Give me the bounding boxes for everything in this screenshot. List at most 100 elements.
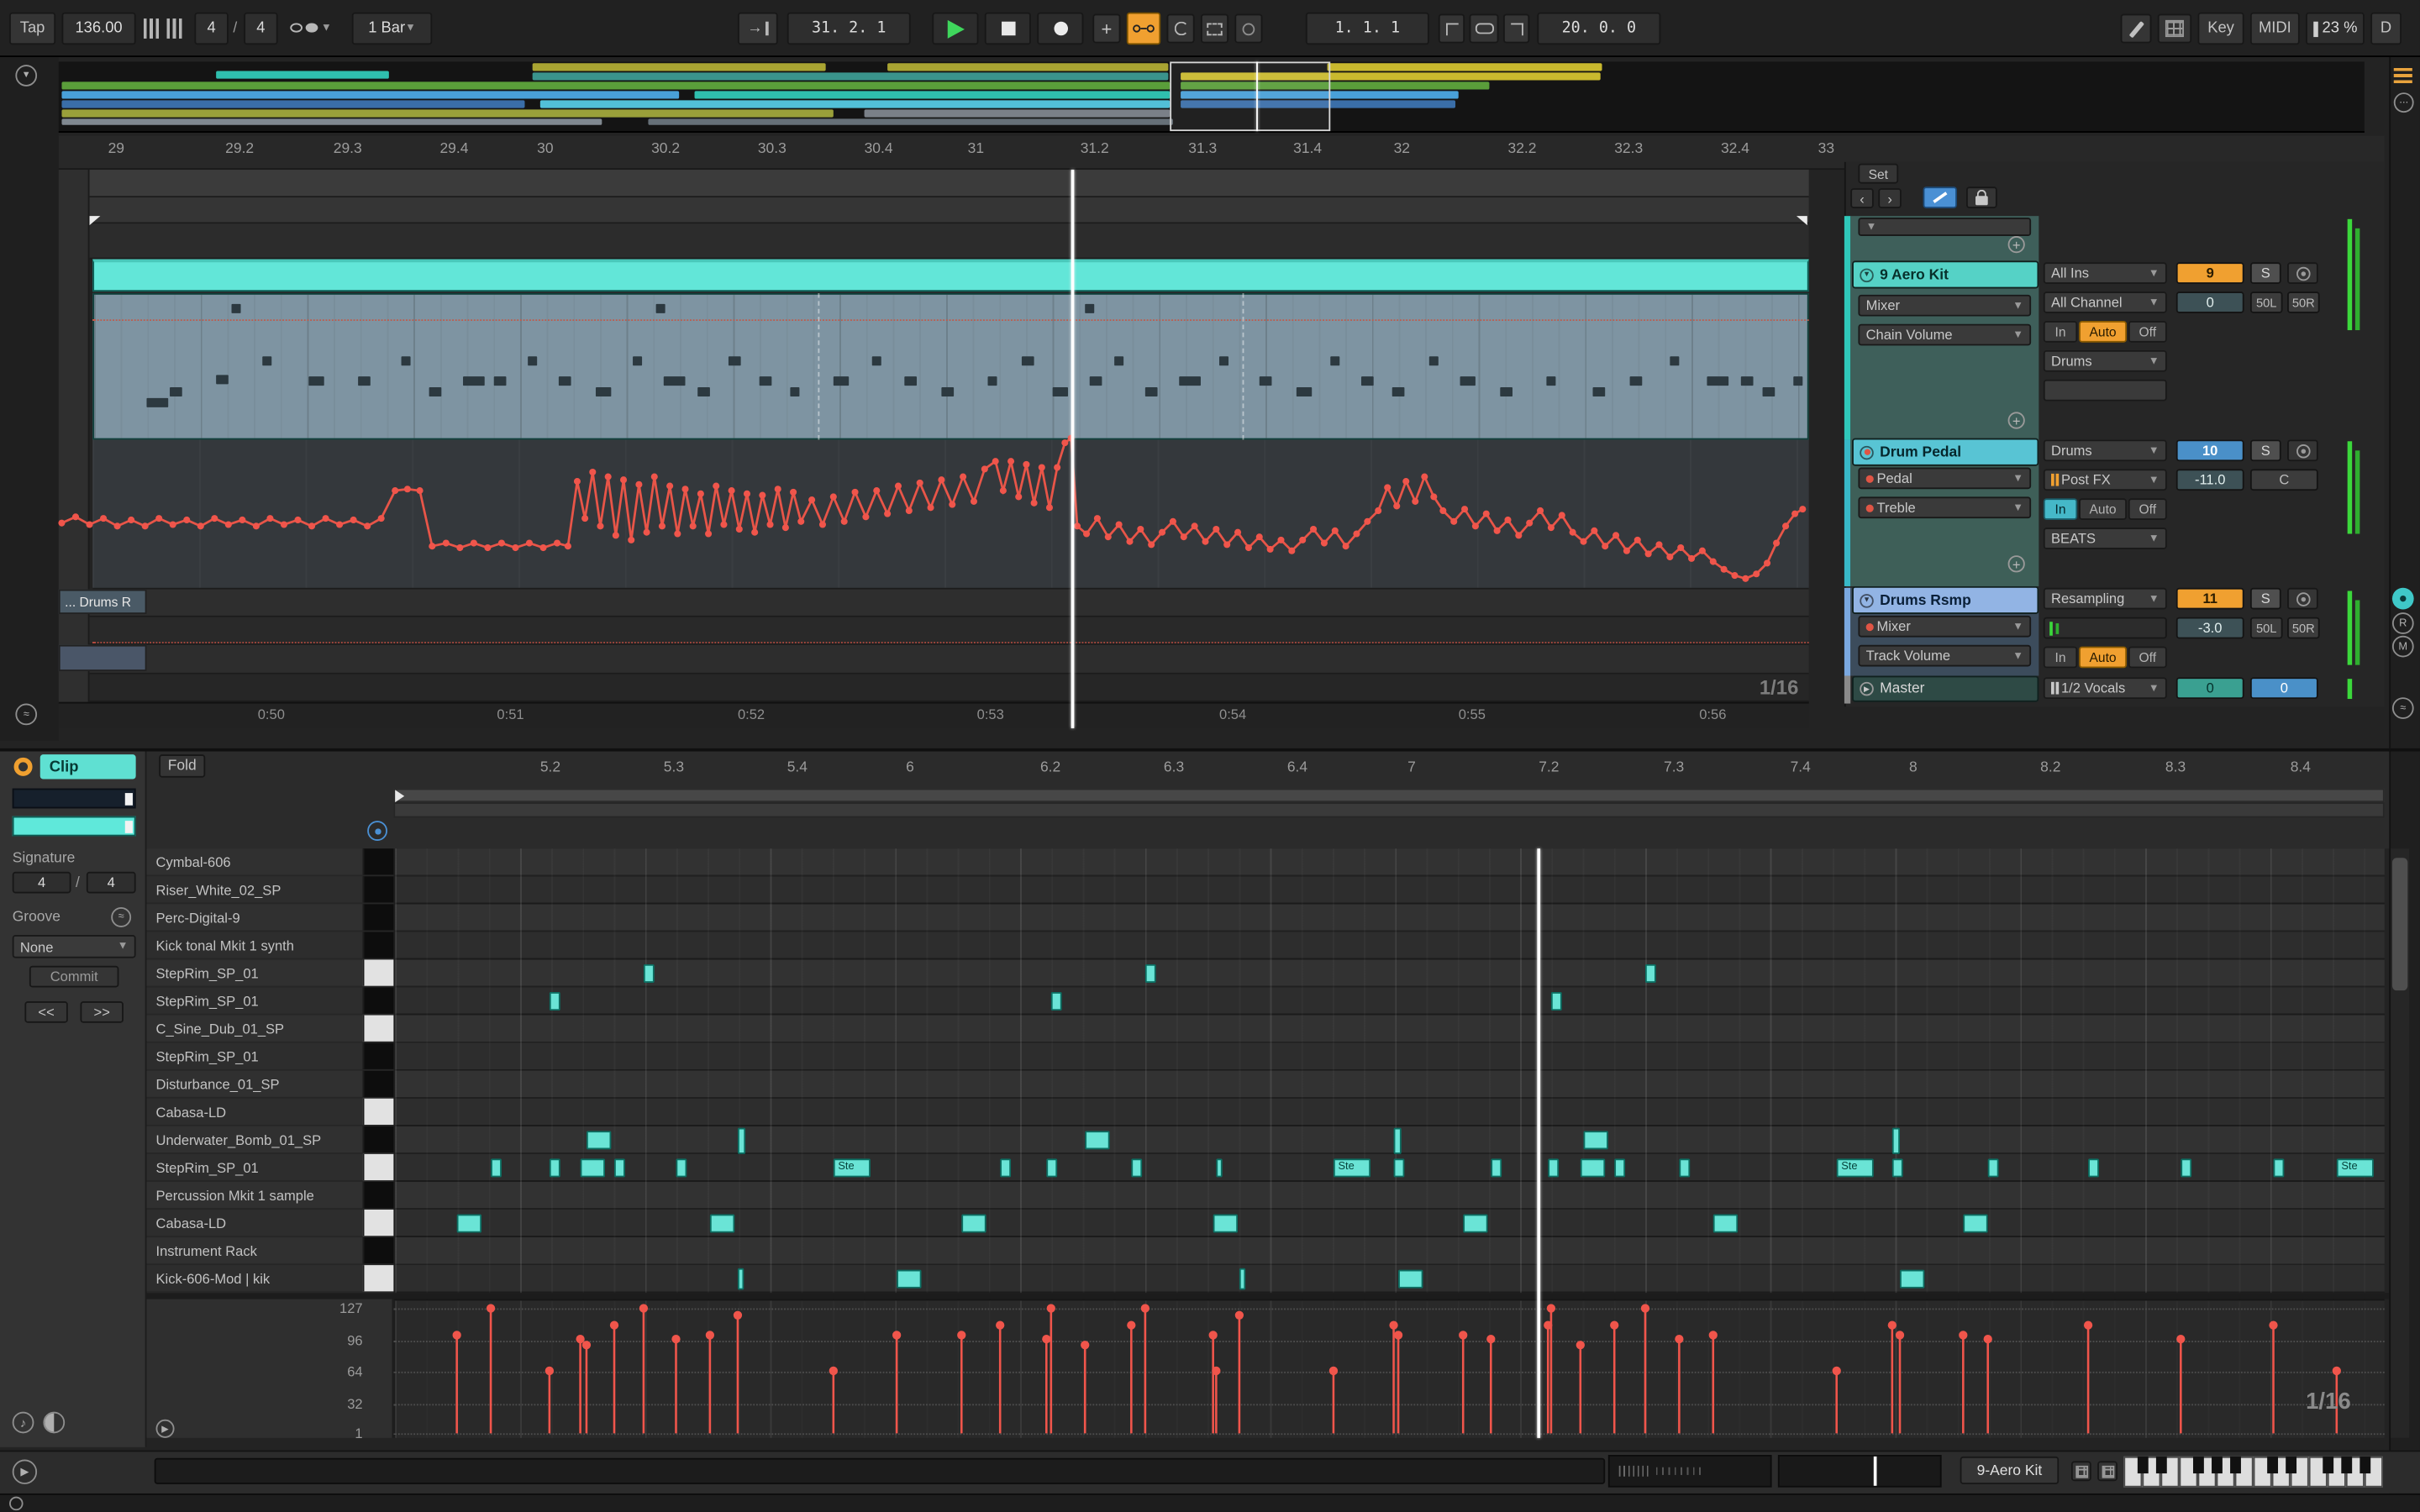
send-amount-field[interactable]: 10 <box>2175 439 2244 462</box>
automation-breakpoint[interactable] <box>416 487 424 495</box>
midi-note[interactable] <box>1463 1214 1488 1233</box>
nudge-forward-button[interactable]: >> <box>80 1001 124 1023</box>
automation-breakpoint[interactable] <box>894 482 902 490</box>
midi-note[interactable] <box>1963 1214 1988 1233</box>
velocity-handle[interactable] <box>609 1320 619 1330</box>
automation-breakpoint[interactable] <box>589 468 597 476</box>
device-title-bar[interactable]: 9-Aero Kit <box>1960 1456 2060 1484</box>
automation-breakpoint[interactable] <box>581 515 589 522</box>
automation-breakpoint[interactable] <box>1073 522 1081 530</box>
automation-breakpoint[interactable] <box>697 490 704 497</box>
arrangement-position-display[interactable]: 31. 2. 1 <box>786 12 911 45</box>
pan-left-field[interactable]: 50L <box>2249 617 2283 639</box>
device-chooser[interactable]: Mixer ▼ <box>1858 294 2032 317</box>
velocity-handle[interactable] <box>1046 1304 1055 1313</box>
output-channel-chooser[interactable] <box>2043 379 2167 402</box>
midi-overdub-button[interactable] <box>1126 12 1161 45</box>
automation-breakpoint[interactable] <box>1591 527 1598 534</box>
next-locator-button[interactable]: › <box>1878 188 1902 208</box>
automation-breakpoint[interactable] <box>497 539 505 547</box>
automation-breakpoint[interactable] <box>1482 510 1490 517</box>
tab-clip[interactable]: Clip <box>39 754 136 780</box>
clip-name-bar[interactable] <box>12 788 136 809</box>
automation-breakpoint[interactable] <box>1148 541 1155 549</box>
automation-breakpoint[interactable] <box>808 496 816 504</box>
pan-right-field[interactable]: 50R <box>2287 617 2320 639</box>
automation-breakpoint[interactable] <box>1180 533 1187 541</box>
key-swatch[interactable] <box>362 876 394 903</box>
pan-field[interactable]: C <box>2249 469 2318 491</box>
midi-row-name[interactable]: Cabasa-LD <box>146 1098 394 1126</box>
black-key[interactable] <box>2229 1456 2241 1474</box>
automation-breakpoint[interactable] <box>604 473 612 480</box>
automation-breakpoint[interactable] <box>862 513 870 521</box>
automation-breakpoint[interactable] <box>1320 539 1328 547</box>
midi-note[interactable] <box>1583 1131 1608 1150</box>
io-options-button[interactable]: ⋯ <box>2393 92 2414 113</box>
automation-breakpoint[interactable] <box>650 473 658 480</box>
automation-breakpoint[interactable] <box>1634 536 1641 543</box>
key-swatch[interactable] <box>362 848 394 875</box>
midi-row-name[interactable]: Instrument Rack <box>146 1237 394 1266</box>
play-button[interactable] <box>932 12 979 45</box>
automation-breakpoint[interactable] <box>1688 554 1696 562</box>
clip-playhead[interactable] <box>1537 848 1540 1438</box>
key-swatch[interactable] <box>362 1181 394 1209</box>
loop-marker-right-icon[interactable] <box>1796 216 1807 226</box>
device-list-view-icon[interactable] <box>2070 1461 2091 1482</box>
monitor-auto-button[interactable]: Auto <box>2079 498 2128 520</box>
automation-breakpoint[interactable] <box>1393 502 1401 510</box>
automation-breakpoint[interactable] <box>1244 543 1252 552</box>
show-mixer-button[interactable]: M <box>2391 635 2414 658</box>
key-swatch[interactable] <box>362 1015 394 1042</box>
prev-locator-button[interactable]: ‹ <box>1850 188 1874 208</box>
automation-breakpoint[interactable] <box>1412 497 1419 505</box>
velocity-handle[interactable] <box>1234 1310 1244 1320</box>
overview-viewport-box[interactable] <box>1170 61 1331 132</box>
monitor-off-button[interactable]: Off <box>2128 498 2167 520</box>
velocity-handle[interactable] <box>1208 1331 1218 1340</box>
velocity-handle[interactable] <box>1895 1331 1905 1340</box>
automation-breakpoint[interactable] <box>1773 539 1781 547</box>
midi-note[interactable] <box>1548 1158 1560 1178</box>
automation-breakpoint[interactable] <box>1623 547 1630 554</box>
automation-breakpoint[interactable] <box>1547 524 1555 532</box>
automation-breakpoint[interactable] <box>612 532 619 539</box>
automation-breakpoint[interactable] <box>1731 572 1739 580</box>
midi-note[interactable]: Ste <box>1836 1158 1874 1178</box>
automation-breakpoint[interactable] <box>1342 543 1349 550</box>
velocity-handle[interactable] <box>2083 1320 2093 1330</box>
midi-note[interactable] <box>1393 1158 1405 1178</box>
automation-breakpoint[interactable] <box>1782 522 1790 530</box>
automation-breakpoint[interactable] <box>539 543 547 552</box>
key-swatch[interactable] <box>362 1237 394 1264</box>
automation-breakpoint[interactable] <box>927 504 934 512</box>
black-key[interactable] <box>2192 1456 2203 1474</box>
loop-start-field[interactable]: 1. 1. 1 <box>1305 12 1429 45</box>
automation-breakpoint[interactable] <box>1791 510 1799 517</box>
midi-note[interactable] <box>1216 1158 1223 1178</box>
automation-breakpoint[interactable] <box>1430 493 1438 501</box>
midi-note[interactable] <box>1393 1126 1402 1153</box>
clip-loop-bar[interactable] <box>393 788 2385 803</box>
midi-row-name[interactable]: StepRim_SP_01 <box>146 1042 394 1071</box>
velocity-handle[interactable] <box>1389 1320 1398 1330</box>
clipped-dropdown[interactable]: ▼ <box>1858 217 2032 237</box>
add-automation-lane-button[interactable]: + <box>2007 236 2025 254</box>
arrangement-clip-bar[interactable] <box>92 259 1809 292</box>
midi-row-name[interactable]: Disturbance_01_SP <box>146 1070 394 1099</box>
track-activator-button[interactable] <box>2287 262 2318 284</box>
midi-note[interactable] <box>2088 1158 2099 1178</box>
midi-note[interactable] <box>1213 1214 1239 1233</box>
velocity-handle[interactable] <box>996 1320 1005 1330</box>
automation-breakpoint[interactable] <box>280 521 287 528</box>
automation-breakpoint[interactable] <box>1384 484 1392 491</box>
punch-in-button[interactable] <box>1438 13 1465 44</box>
velocity-handle[interactable] <box>2332 1366 2341 1376</box>
velocity-handle[interactable] <box>2269 1320 2278 1330</box>
automation-breakpoint[interactable] <box>1439 507 1447 514</box>
clip-scrub-bar[interactable] <box>393 802 2385 818</box>
volume-field[interactable]: -3.0 <box>2175 617 2244 639</box>
midi-note[interactable] <box>549 992 560 1011</box>
loop-region-button[interactable] <box>1234 13 1263 44</box>
